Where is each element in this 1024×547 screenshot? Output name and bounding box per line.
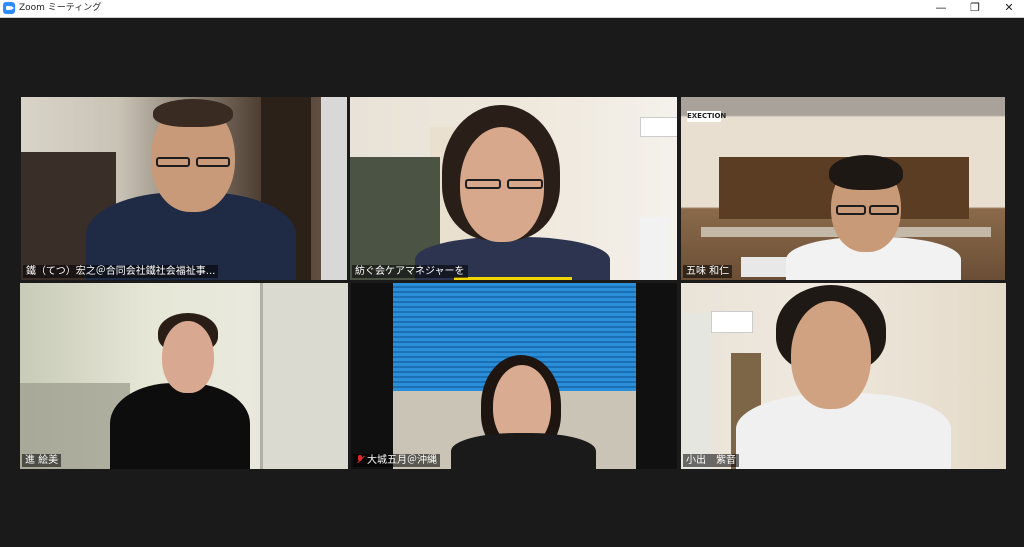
video-feed	[20, 283, 348, 469]
minimize-button[interactable]: —	[924, 0, 958, 17]
participant-name: 進 絵美	[22, 454, 62, 467]
title-bar: Zoom ミーティング — ❐ ✕	[0, 0, 1024, 18]
video-feed: EXECTION	[681, 97, 1005, 280]
muted-microphone-icon	[356, 455, 364, 464]
background-sign: EXECTION	[687, 111, 727, 122]
video-tile[interactable]: 紡ぐ会ケアマネジャーを	[350, 97, 677, 280]
video-tile[interactable]: 鐵（てつ）宏之＠合同会社鐵社会福祉事...	[21, 97, 347, 280]
video-tile[interactable]: 小出 紫音	[681, 283, 1006, 469]
video-feed	[351, 283, 677, 469]
video-tile[interactable]: 進 絵美	[20, 283, 348, 469]
video-feed	[21, 97, 347, 280]
participant-name-text: 大城五月＠沖縄	[367, 455, 437, 466]
participant-name: 五味 和仁	[683, 265, 733, 278]
maximize-button[interactable]: ❐	[958, 0, 992, 17]
participant-name: 鐵（てつ）宏之＠合同会社鐵社会福祉事...	[23, 265, 219, 278]
zoom-icon	[3, 2, 15, 14]
close-button[interactable]: ✕	[992, 0, 1024, 17]
video-tile[interactable]: 大城五月＠沖縄	[351, 283, 677, 469]
participant-name: 大城五月＠沖縄	[353, 454, 440, 467]
video-feed	[350, 97, 677, 280]
participant-name: 紡ぐ会ケアマネジャーを	[352, 265, 468, 278]
video-feed	[681, 283, 1006, 469]
audio-level-bar	[454, 277, 572, 280]
window-title: Zoom ミーティング	[19, 3, 102, 13]
video-tile[interactable]: EXECTION 五味 和仁	[681, 97, 1005, 280]
participant-name: 小出 紫音	[683, 454, 739, 467]
